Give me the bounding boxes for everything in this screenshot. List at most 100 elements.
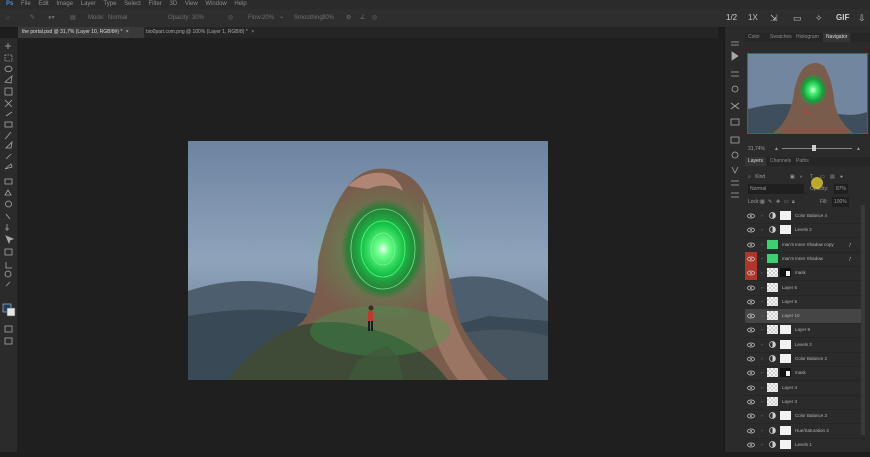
layer-row[interactable]: ⌐ Color Balance 4 xyxy=(745,209,865,224)
layer-mask-thumbnail[interactable] xyxy=(780,325,791,335)
zoom-in-icon[interactable]: ▲ xyxy=(856,144,861,154)
flow-value[interactable]: 20% xyxy=(262,9,274,27)
tab-layers[interactable]: Layers xyxy=(745,157,767,166)
menu-3d[interactable]: 3D xyxy=(169,1,177,7)
tab-channels[interactable]: Channels xyxy=(767,157,794,166)
layer-effects-icon[interactable]: ƒ xyxy=(849,238,852,252)
layer-row[interactable]: ⌐ Layer 5 xyxy=(745,295,865,310)
layer-thumbnail[interactable] xyxy=(767,426,778,435)
tab-the-portal[interactable]: the portal.psd @ 31,7% (Layer 10, RGB/8#… xyxy=(18,27,144,38)
layer-mask-thumbnail[interactable] xyxy=(780,354,791,363)
visibility-eye-icon[interactable] xyxy=(745,424,757,438)
close-icon[interactable]: × xyxy=(251,29,254,35)
navigator-preview[interactable] xyxy=(747,53,868,134)
visibility-eye-icon[interactable] xyxy=(745,409,757,423)
tab-paths[interactable]: Paths xyxy=(793,157,812,166)
pressure-opacity-icon[interactable]: ◎ xyxy=(228,9,233,27)
layer-thumbnail[interactable] xyxy=(767,253,778,263)
filter-pixel-icon[interactable]: ▣ xyxy=(790,172,795,182)
canvas-area[interactable] xyxy=(17,38,723,452)
tab-histogram[interactable]: Histogram xyxy=(793,33,822,42)
layer-mask-thumbnail[interactable] xyxy=(780,225,791,235)
visibility-eye-icon[interactable] xyxy=(745,438,757,452)
zoom-slider-handle[interactable] xyxy=(812,145,816,151)
visibility-eye-icon[interactable] xyxy=(745,281,757,295)
zoom-slider[interactable] xyxy=(782,148,852,149)
visibility-eye-icon[interactable] xyxy=(745,352,757,366)
layer-row[interactable]: ⌐ Color Balance 2 xyxy=(745,352,865,367)
ps-logo[interactable]: Ps xyxy=(6,1,13,7)
layer-row[interactable]: ⌐ mask xyxy=(745,366,865,382)
layer-thumbnail[interactable] xyxy=(767,440,778,449)
brush-tool-icon[interactable]: ✎ xyxy=(30,9,35,27)
layer-row[interactable]: ⌐ Layer 9 xyxy=(745,323,865,339)
tab-navigator[interactable]: Navigator xyxy=(823,33,851,42)
visibility-eye-icon[interactable] xyxy=(745,323,757,337)
blend-mode-select[interactable]: Normal xyxy=(748,184,804,194)
home-icon[interactable]: ⌂ xyxy=(6,9,10,27)
brush-preset-picker[interactable]: ●▾ xyxy=(48,9,55,27)
layer-mask-thumbnail[interactable] xyxy=(780,425,791,435)
speed-button[interactable]: 1X xyxy=(748,9,758,27)
magic-icon[interactable]: ✧ xyxy=(815,9,823,27)
layer-opacity-value[interactable]: 87% xyxy=(834,184,849,194)
brush-settings-icon[interactable]: ▤ xyxy=(70,9,76,27)
zoom-out-icon[interactable]: ▲ xyxy=(774,144,779,154)
layer-thumbnail[interactable] xyxy=(767,382,778,392)
smoothing-value[interactable]: 30% xyxy=(322,9,334,27)
angle-icon[interactable]: ∠ xyxy=(360,9,365,27)
layer-thumbnail[interactable] xyxy=(767,282,778,292)
gif-button[interactable]: GIF xyxy=(836,9,849,27)
tab-swatches[interactable]: Swatches xyxy=(767,33,795,42)
visibility-eye-icon[interactable] xyxy=(745,395,757,409)
layer-row[interactable]: ⌐ Levels 2 xyxy=(745,223,865,239)
visibility-eye-icon[interactable] xyxy=(745,295,757,309)
layer-row[interactable]: ⌐ Layer 4 xyxy=(745,381,865,396)
layer-row[interactable]: ⌐ mask xyxy=(745,266,865,282)
layer-thumbnail[interactable] xyxy=(767,396,778,406)
menu-file[interactable]: File xyxy=(21,1,31,7)
visibility-eye-icon[interactable] xyxy=(745,223,757,237)
tab-color[interactable]: Color xyxy=(745,33,763,42)
layer-mask-thumbnail[interactable] xyxy=(780,339,791,349)
lock-move-icon[interactable]: ✥ xyxy=(776,197,780,207)
layer-thumbnail[interactable] xyxy=(767,211,778,220)
layer-row[interactable]: ⌐ man's Inner Shadow copy ƒ xyxy=(745,238,865,253)
filter-adjustment-icon[interactable]: ◐ xyxy=(800,172,803,182)
layer-thumbnail[interactable] xyxy=(767,340,778,349)
layer-thumbnail[interactable] xyxy=(767,239,778,249)
layer-row[interactable]: ⌐ Hue/Saturation 3 xyxy=(745,424,865,439)
visibility-eye-icon[interactable] xyxy=(745,366,757,380)
menu-select[interactable]: Select xyxy=(124,1,141,7)
menu-type[interactable]: Type xyxy=(103,1,116,7)
visibility-eye-icon[interactable] xyxy=(745,266,757,281)
layer-row[interactable]: ⌐ Levels 2 xyxy=(745,338,865,353)
visibility-eye-icon[interactable] xyxy=(745,381,757,395)
tab-bio0part[interactable]: bio0part.com.png @ 100% (Layer 1, RGB/8)… xyxy=(142,27,266,38)
layer-row[interactable]: ⌐ man's Inner Shadow ƒ xyxy=(745,251,865,267)
layer-mask-thumbnail[interactable] xyxy=(780,268,791,278)
filter-toggle-icon[interactable]: ● xyxy=(840,172,843,182)
layer-mask-thumbnail[interactable] xyxy=(780,368,791,378)
lock-all-icon[interactable]: 🔒︎ xyxy=(792,197,795,207)
fill-value[interactable]: 100% xyxy=(832,197,849,207)
menu-help[interactable]: Help xyxy=(234,1,246,7)
lock-artboard-icon[interactable]: ▭ xyxy=(784,197,789,207)
pressure-size-icon[interactable]: ◎ xyxy=(372,9,377,27)
screen-icon[interactable]: ▭ xyxy=(793,9,802,27)
visibility-eye-icon[interactable] xyxy=(745,251,757,266)
layer-thumbnail[interactable] xyxy=(767,311,778,321)
filter-smart-icon[interactable]: ▤ xyxy=(830,172,835,182)
layer-thumbnail[interactable] xyxy=(767,268,778,278)
download-icon[interactable]: ⇩ xyxy=(858,9,866,27)
layer-effects-icon[interactable]: ƒ xyxy=(849,252,852,266)
layer-row[interactable]: ⌐ Layer 6 xyxy=(745,281,865,296)
layer-thumbnail[interactable] xyxy=(767,411,778,420)
layer-thumbnail[interactable] xyxy=(767,296,778,306)
layer-thumbnail[interactable] xyxy=(767,368,778,378)
visibility-eye-icon[interactable] xyxy=(745,209,757,223)
visibility-eye-icon[interactable] xyxy=(745,309,757,323)
mode-select[interactable]: Normal xyxy=(108,9,127,27)
compress-icon[interactable]: ⇲ xyxy=(770,9,778,27)
layer-thumbnail[interactable] xyxy=(767,325,778,335)
